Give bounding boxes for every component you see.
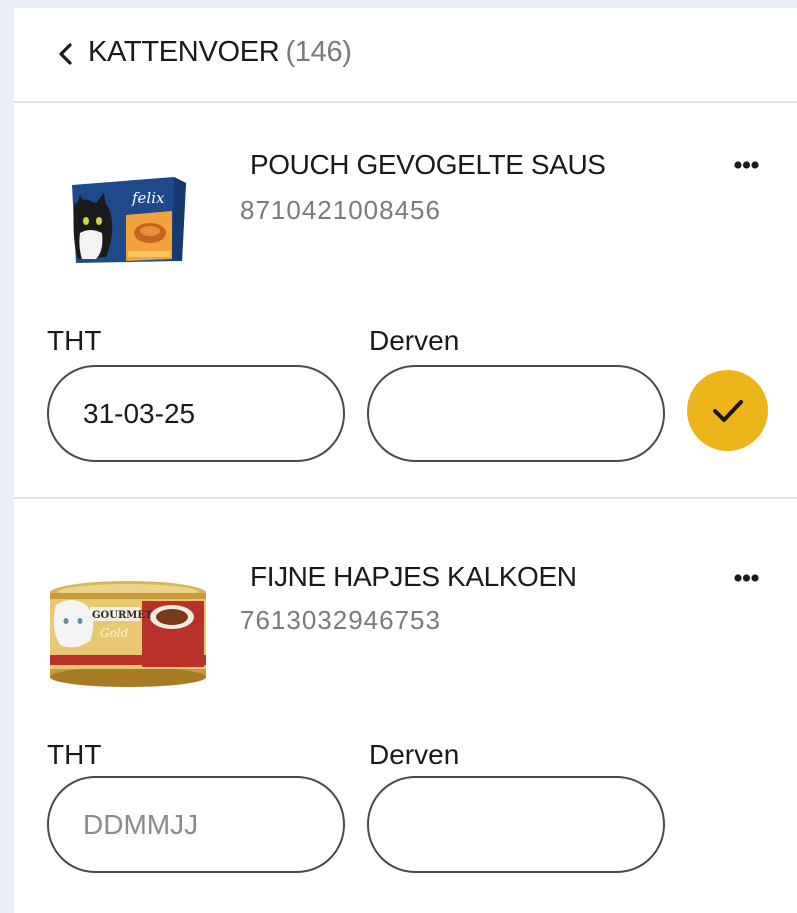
felix-product-image: felix — [72, 177, 186, 263]
tht-date-input[interactable] — [47, 365, 345, 462]
product-list-panel: KATTENVOER (146) felix POUCH GEVOGELTE SA… — [14, 8, 797, 913]
svg-text:felix: felix — [131, 189, 165, 207]
derven-label: Derven — [369, 325, 460, 356]
more-options-button[interactable] — [732, 568, 768, 588]
derven-input[interactable] — [367, 365, 665, 462]
product-ean: 7613032946753 — [240, 605, 441, 635]
category-header: KATTENVOER (146) — [14, 8, 797, 103]
derven-label: Derven — [369, 739, 460, 770]
tht-date-input[interactable] — [47, 776, 345, 873]
more-horizontal-icon — [734, 161, 759, 169]
product-ean: 8710421008456 — [240, 195, 441, 225]
back-button[interactable] — [52, 36, 82, 72]
svg-text:Gold: Gold — [100, 626, 129, 640]
product-card: GOURMET Gold FIJNE HAPJES KALKOEN 761303… — [14, 499, 797, 913]
product-card: felix POUCH GEVOGELTE SAUS 8710421008456… — [14, 103, 797, 499]
derven-input[interactable] — [367, 776, 665, 873]
page-title: KATTENVOER (146) — [88, 36, 352, 69]
gourmet-product-image: GOURMET Gold — [50, 581, 206, 687]
item-count: (146) — [285, 36, 352, 68]
confirm-button[interactable] — [687, 370, 768, 451]
tht-label: THT — [47, 739, 102, 770]
category-name: KATTENVOER — [88, 36, 280, 68]
chevron-left-icon — [59, 43, 72, 65]
more-horizontal-icon — [734, 574, 759, 582]
tht-label: THT — [47, 325, 102, 356]
more-options-button[interactable] — [732, 155, 768, 175]
svg-text:GOURMET: GOURMET — [92, 610, 153, 621]
product-name: POUCH GEVOGELTE SAUS — [250, 149, 606, 180]
checkmark-icon — [713, 400, 743, 422]
product-name: FIJNE HAPJES KALKOEN — [250, 561, 577, 592]
